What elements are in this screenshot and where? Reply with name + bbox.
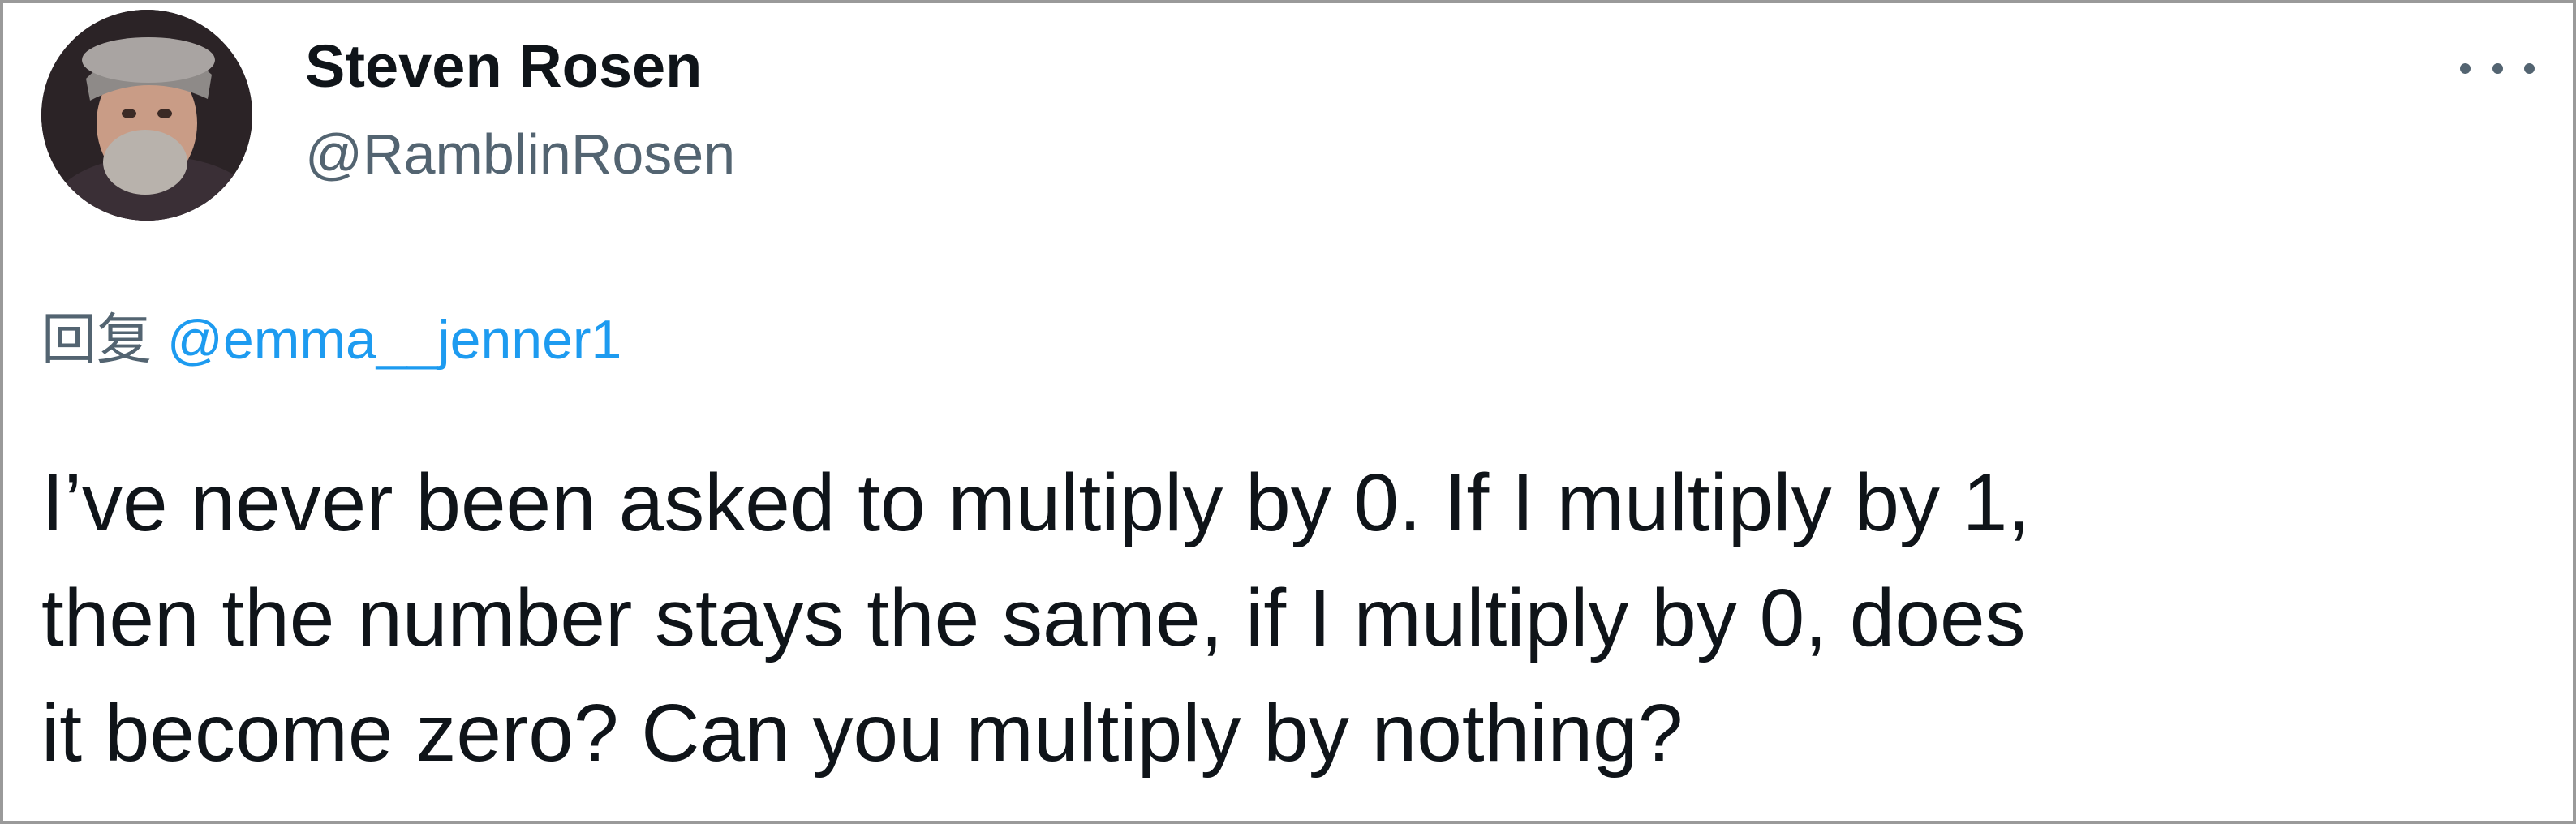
dot (2524, 62, 2535, 74)
tweet-card: Steven Rosen @RamblinRosen 回复 @emma__jen… (0, 0, 2576, 824)
reply-context: 回复 @emma__jenner1 (41, 295, 621, 385)
tweet-text: I’ve never been asked to multiply by 0. … (41, 457, 2031, 779)
dot (2492, 62, 2503, 74)
more-options-icon[interactable] (2460, 45, 2535, 91)
author-handle[interactable]: @RamblinRosen (305, 114, 735, 195)
avatar[interactable] (41, 10, 252, 221)
avatar-photo (41, 10, 252, 221)
author-display-name[interactable]: Steven Rosen (305, 26, 702, 107)
reply-mention-link[interactable]: @emma__jenner1 (167, 309, 621, 371)
reply-prefix: 回复 (41, 308, 153, 372)
dot (2460, 62, 2471, 74)
